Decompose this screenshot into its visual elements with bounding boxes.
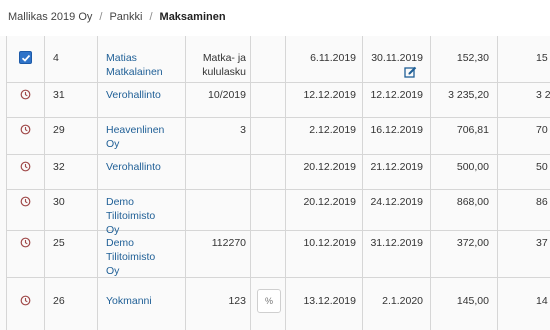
column-divider	[362, 36, 363, 330]
amount-secondary: 3 23	[536, 89, 550, 101]
breadcrumb-section[interactable]: Pankki	[109, 11, 142, 23]
amount-secondary: 15	[536, 52, 548, 64]
column-divider	[430, 36, 431, 330]
amount: 706,81	[456, 124, 489, 136]
amount: 868,00	[456, 196, 489, 208]
due-date: 30.11.2019	[371, 52, 423, 64]
due-date: 16.12.2019	[370, 124, 423, 136]
row-divider	[6, 117, 550, 118]
reference-text: 10/2019	[208, 89, 246, 101]
pending-clock-icon	[20, 295, 31, 306]
amount: 500,00	[456, 161, 489, 173]
recipient-link[interactable]: Oy	[106, 265, 119, 278]
amount-secondary: 50	[536, 161, 548, 173]
breadcrumb-current: Maksaminen	[159, 11, 226, 23]
recipient-link[interactable]: Tilitoimisto	[106, 210, 155, 223]
invoice-date: 10.12.2019	[303, 237, 356, 249]
pending-clock-icon	[20, 124, 31, 135]
due-date: 12.12.2019	[370, 89, 423, 101]
amount: 145,00	[456, 295, 489, 307]
row-select-checkbox[interactable]	[19, 51, 32, 64]
column-divider	[185, 36, 186, 330]
invoice-date: 13.12.2019	[303, 295, 356, 307]
amount-secondary: 37	[536, 237, 548, 249]
invoice-date: 2.12.2019	[309, 124, 356, 136]
recipient-link[interactable]: Matkalainen	[106, 66, 163, 79]
amount: 3 235,20	[448, 89, 489, 101]
invoice-date: 6.11.2019	[310, 52, 356, 64]
invoice-id: 32	[53, 161, 65, 173]
column-divider	[6, 36, 7, 330]
top-bar: Mallikas 2019 Oy / Pankki / Maksaminen	[0, 0, 550, 37]
recipient-link[interactable]: Oy	[106, 224, 119, 237]
recipient-link[interactable]: Verohallinto	[106, 89, 161, 102]
invoice-id: 26	[53, 295, 65, 307]
recipient-link[interactable]: Demo	[106, 237, 134, 250]
amount-secondary: 86	[536, 196, 548, 208]
invoice-date: 20.12.2019	[303, 196, 356, 208]
payments-table: 4 Matias Matkalainen Matka- ja kululasku 6.11…	[0, 36, 550, 330]
reference-text: 3	[240, 124, 246, 136]
row-divider	[6, 154, 550, 155]
recipient-link[interactable]: Tilitoimisto	[106, 251, 155, 264]
recipient-link[interactable]: Heavenlinen	[106, 124, 164, 137]
invoice-id: 25	[53, 237, 65, 249]
amount: 152,30	[456, 52, 489, 64]
invoice-id: 31	[53, 89, 65, 101]
reference-action-button[interactable]: %	[257, 289, 281, 313]
reference-text: 112270	[211, 237, 246, 249]
edit-icon[interactable]	[404, 66, 417, 79]
due-date: 31.12.2019	[370, 237, 423, 249]
due-date: 21.12.2019	[370, 161, 423, 173]
recipient-link[interactable]: Matias	[106, 52, 137, 65]
column-divider	[285, 36, 286, 330]
amount-secondary: 70	[536, 124, 548, 136]
invoice-id: 29	[53, 124, 65, 136]
recipient-link[interactable]: Yokmanni	[106, 295, 152, 308]
due-date: 24.12.2019	[370, 196, 423, 208]
row-divider	[6, 189, 550, 190]
pending-clock-icon	[20, 196, 31, 207]
breadcrumb-separator: /	[149, 11, 153, 23]
column-divider	[97, 36, 98, 330]
due-date: 2.1.2020	[382, 295, 423, 307]
row-divider	[6, 277, 550, 278]
row-divider	[6, 82, 550, 83]
column-divider	[250, 36, 251, 330]
reference-text: Matka- ja	[202, 52, 246, 64]
row-divider	[6, 230, 550, 231]
reference-text: kululasku	[202, 66, 246, 78]
reference-text: 123	[228, 295, 246, 307]
pending-clock-icon	[20, 237, 31, 248]
recipient-link[interactable]: Oy	[106, 138, 119, 151]
amount-secondary: 14	[536, 295, 548, 307]
breadcrumb: Mallikas 2019 Oy / Pankki / Maksaminen	[8, 11, 226, 23]
column-divider	[497, 36, 498, 330]
breadcrumb-separator: /	[99, 11, 103, 23]
column-divider	[44, 36, 45, 330]
invoice-date: 12.12.2019	[303, 89, 356, 101]
breadcrumb-company[interactable]: Mallikas 2019 Oy	[8, 11, 92, 23]
amount: 372,00	[456, 237, 489, 249]
recipient-link[interactable]: Demo	[106, 196, 134, 209]
invoice-date: 20.12.2019	[303, 161, 356, 173]
pending-clock-icon	[20, 89, 31, 100]
invoice-id: 30	[53, 196, 65, 208]
invoice-id: 4	[53, 52, 59, 64]
pending-clock-icon	[20, 161, 31, 172]
recipient-link[interactable]: Verohallinto	[106, 161, 161, 174]
